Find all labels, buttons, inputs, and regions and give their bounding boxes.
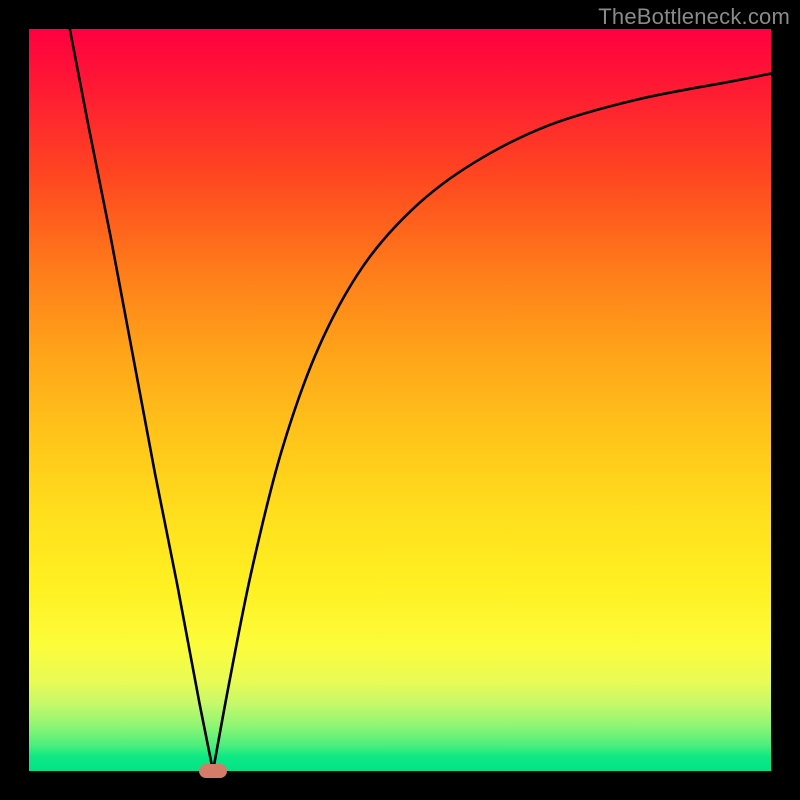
- watermark-text: TheBottleneck.com: [598, 4, 790, 30]
- bottleneck-curve: [29, 29, 771, 771]
- chart-frame: TheBottleneck.com: [0, 0, 800, 800]
- optimal-marker: [199, 764, 227, 778]
- plot-area: [29, 29, 771, 771]
- curve-path: [70, 29, 771, 771]
